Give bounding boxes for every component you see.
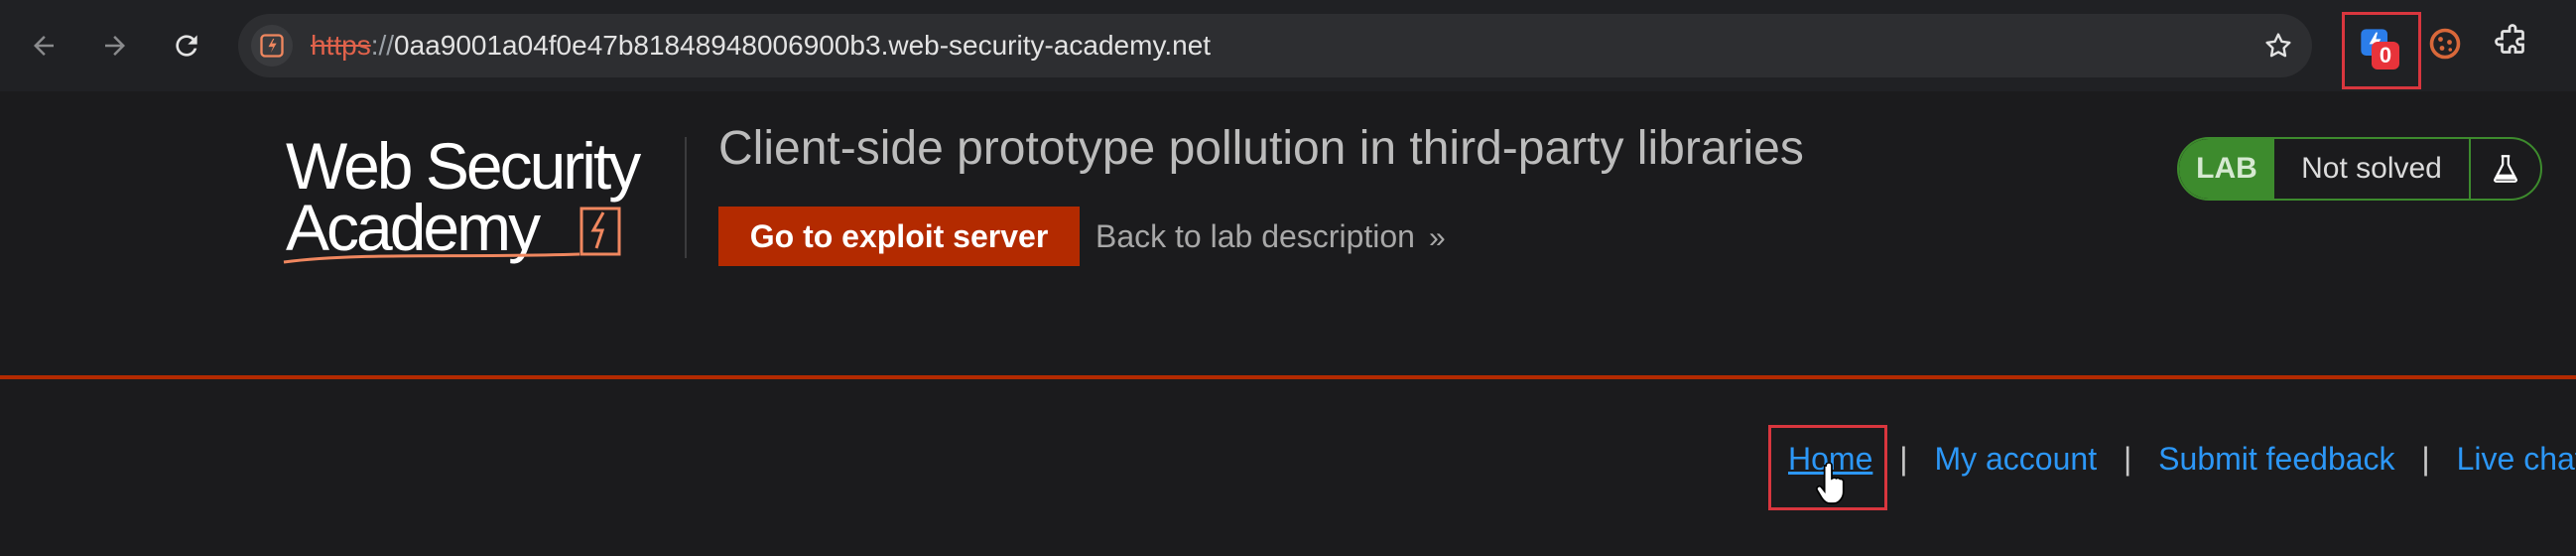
logo-line2: Academy: [286, 191, 541, 264]
lab-status-text: Not solved: [2274, 139, 2471, 199]
lab-title: Client-side prototype pollution in third…: [718, 122, 1804, 175]
star-icon: [2265, 33, 2291, 58]
bookmark-button[interactable]: [2254, 22, 2302, 70]
logo-bolt-icon: [590, 211, 605, 249]
nav-live-chat-link[interactable]: Live chat: [2457, 441, 2576, 477]
url-host: 0aa9001a04f0e47b81848948006900b3.web-sec…: [394, 30, 1212, 61]
header-rule: [0, 375, 2576, 379]
browser-toolbar: https://0aa9001a04f0e47b81848948006900b3…: [0, 0, 2576, 91]
url-protocol: https: [311, 30, 371, 61]
nav-separator: |: [2421, 441, 2430, 477]
flask-icon-container: [2471, 139, 2540, 199]
web-security-academy-logo[interactable]: Web Security Academy: [282, 133, 679, 274]
reload-icon: [176, 35, 197, 57]
go-to-exploit-server-button[interactable]: Go to exploit server: [718, 207, 1080, 266]
back-link-label: Back to lab description: [1095, 218, 1415, 254]
site-info-button[interactable]: [251, 25, 293, 67]
nav-separator: |: [2123, 441, 2132, 477]
forward-button[interactable]: [91, 22, 139, 70]
nav-my-account-link[interactable]: My account: [1934, 441, 2097, 477]
url-separator: ://: [370, 30, 395, 61]
lab-status-widget: LAB Not solved: [2177, 137, 2542, 201]
hand-cursor-icon: [1816, 463, 1845, 504]
cookie-icon: [2429, 28, 2461, 60]
header-divider: [685, 137, 687, 258]
double-chevron-right-icon: »: [1428, 221, 1446, 254]
extensions-menu-button[interactable]: [2495, 24, 2542, 71]
arrow-left-icon: [34, 36, 54, 56]
back-button[interactable]: [20, 22, 67, 70]
url-text[interactable]: https://0aa9001a04f0e47b81848948006900b3…: [311, 28, 1211, 64]
arrow-right-icon: [105, 36, 125, 56]
back-to-lab-description-link[interactable]: Back to lab description »: [1095, 214, 1446, 258]
nav-submit-feedback-link[interactable]: Submit feedback: [2158, 441, 2394, 477]
cookie-extension-button[interactable]: [2427, 26, 2471, 70]
site-nav: Home | My account | Submit feedback | Li…: [1788, 435, 2576, 483]
lab-tag: LAB: [2179, 139, 2274, 199]
lab-site-icon: [260, 34, 284, 58]
flask-icon: [2494, 155, 2517, 183]
reload-button[interactable]: [163, 22, 210, 70]
nav-separator: |: [1899, 441, 1908, 477]
extension-badge: 0: [2372, 42, 2399, 70]
puzzle-icon: [2495, 24, 2524, 54]
